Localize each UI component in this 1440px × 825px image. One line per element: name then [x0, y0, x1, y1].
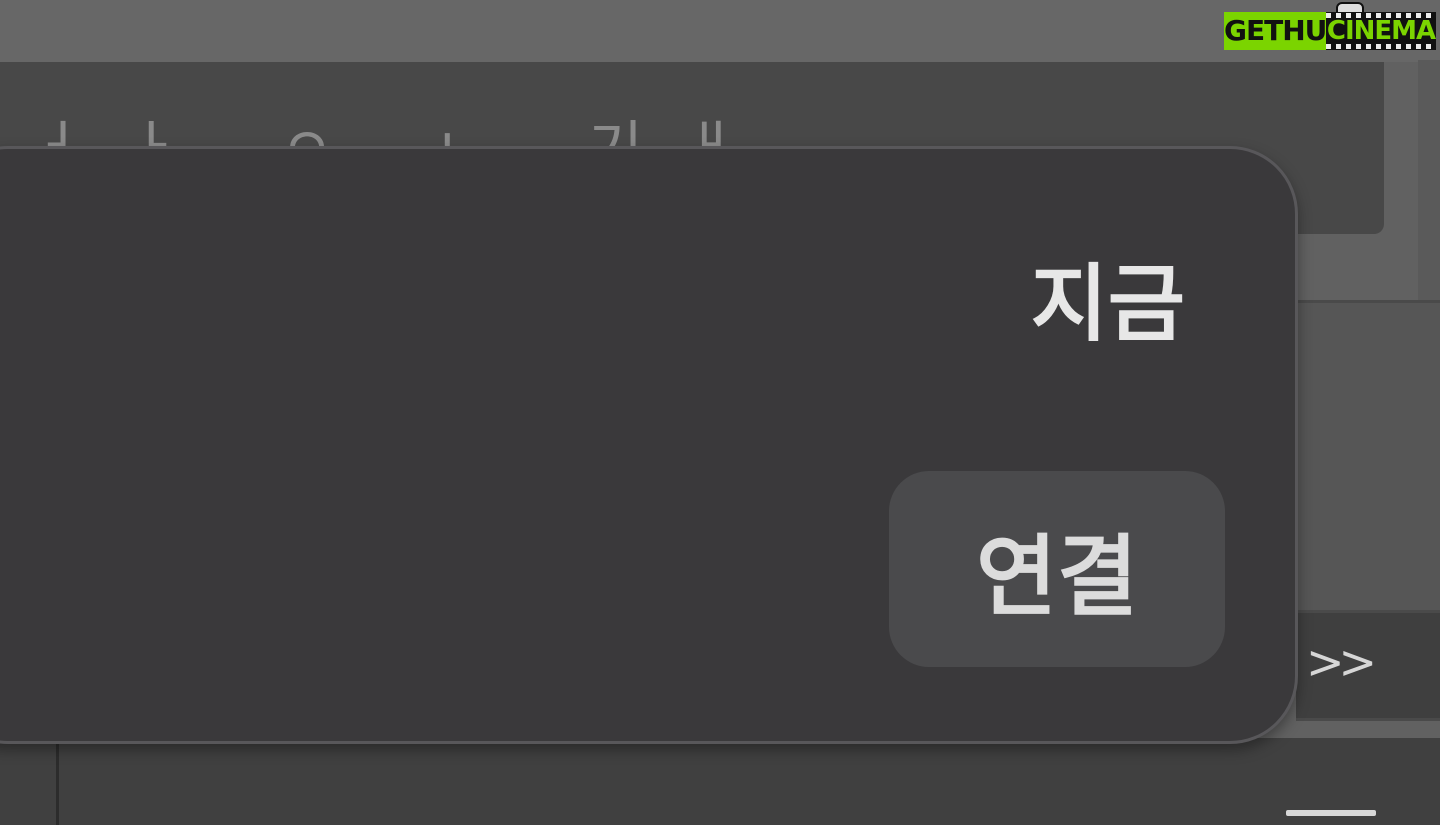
notification-banner[interactable]: 지금 연결 [0, 146, 1298, 744]
screen: ㅓㅏ ㅇ ㄴ 기ㅐ >> 지금 연결 GETHU CINEMA [0, 0, 1440, 825]
expand-chevrons-icon[interactable]: >> [1306, 632, 1386, 692]
background-sidebar-section [1296, 300, 1440, 613]
minimize-bar-icon[interactable] [1286, 810, 1376, 816]
notification-time: 지금 [1030, 255, 1185, 353]
watermark-left-text: GETHU [1224, 12, 1327, 50]
background-right-edge [1418, 60, 1440, 310]
background-bottom-area [0, 738, 1440, 825]
background-panel-text: ㅓㅏ ㅇ ㄴ 기ㅐ [30, 110, 790, 146]
watermark-right-text: CINEMA [1326, 12, 1436, 50]
watermark-logo: GETHU CINEMA [1224, 2, 1438, 56]
background-divider [56, 738, 59, 825]
connect-button[interactable]: 연결 [889, 471, 1225, 667]
